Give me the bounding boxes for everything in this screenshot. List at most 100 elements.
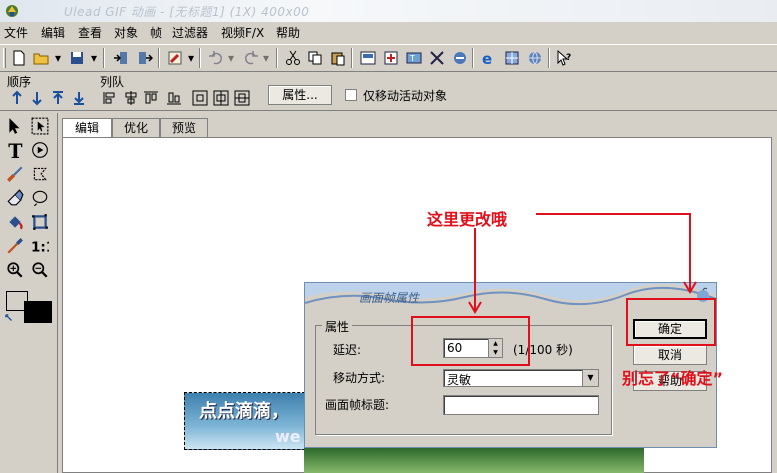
zoom-out-icon[interactable] (29, 259, 51, 281)
center-horizontal-icon[interactable] (210, 87, 232, 109)
tool-panel: T 1:1 (0, 113, 58, 473)
chevron-down-icon[interactable]: ▼ (582, 370, 598, 386)
cut-icon[interactable] (282, 47, 304, 69)
paste-icon[interactable] (327, 47, 349, 69)
align-bottom-icon[interactable] (163, 87, 185, 109)
foreground-color-swatch[interactable] (24, 301, 52, 323)
move-mode-select[interactable]: 灵敏 ▼ (443, 369, 599, 387)
add-frame-icon[interactable] (380, 47, 402, 69)
ellipse-select-icon[interactable] (29, 187, 51, 209)
menu-frame[interactable]: 帧 (150, 24, 162, 41)
optimize-wizard-icon[interactable] (449, 47, 471, 69)
only-move-active-label: 仅移动活动对象 (363, 89, 448, 103)
move-mode-value: 灵敏 (447, 373, 472, 387)
menu-bar: 文件 编辑 查看 对象 帧 过滤器 视频F/X 帮助 (0, 22, 777, 42)
delay-highlight-box (411, 316, 530, 366)
frame-panel-icon[interactable] (357, 47, 379, 69)
svg-text:T: T (409, 54, 415, 63)
frame-title-input[interactable] (443, 395, 599, 415)
menu-help[interactable]: 帮助 (276, 24, 300, 41)
undo-icon[interactable] (205, 47, 227, 69)
gif-frame-preview[interactable]: 点点滴滴， we (184, 392, 310, 450)
app-icon (4, 3, 20, 19)
play-tool-icon[interactable] (29, 139, 51, 161)
move-mode-label: 移动方式: (333, 371, 386, 385)
center-canvas-icon[interactable] (189, 87, 211, 109)
toolbar-separator (199, 48, 201, 68)
align-left-icon[interactable] (99, 87, 121, 109)
menu-view[interactable]: 查看 (78, 24, 102, 41)
bring-forward-icon[interactable] (6, 87, 28, 109)
delay-label: 延迟: (333, 343, 362, 357)
toolbar-separator (103, 48, 105, 68)
ok-highlight-box (626, 298, 716, 346)
toolbar-separator (276, 48, 278, 68)
context-help-icon[interactable]: ? (553, 47, 575, 69)
menu-filter[interactable]: 过滤器 (172, 24, 208, 41)
web-export-icon[interactable] (524, 47, 546, 69)
dialog-title: 画面帧属性 (359, 291, 420, 305)
crop-tool-icon[interactable] (29, 211, 51, 233)
align-center-horizontal-icon[interactable] (120, 87, 142, 109)
only-move-active-checkbox[interactable] (345, 89, 357, 101)
gif-caption-2: we (275, 427, 301, 446)
image-strip (304, 448, 644, 473)
frame-title-label: 画面帧标题: (325, 398, 390, 412)
main-toolbar: ▾ ▾ ▾ ▾ ▾ T e ? (0, 44, 777, 72)
banner-text-icon[interactable]: T (403, 47, 425, 69)
import-icon[interactable] (110, 47, 132, 69)
menu-object[interactable]: 对象 (114, 24, 138, 41)
send-backward-icon[interactable] (26, 87, 48, 109)
send-to-back-icon[interactable] (68, 87, 90, 109)
paintbrush-tool-icon[interactable] (4, 163, 26, 185)
svg-text:?: ? (566, 53, 571, 63)
marquee-tool-icon[interactable] (29, 115, 51, 137)
toolbar-grip (3, 48, 6, 68)
toolbar-separator (472, 48, 474, 68)
gif-caption: 点点滴滴， (199, 401, 289, 422)
paint-dropdown-icon[interactable]: ▾ (187, 47, 195, 69)
redo-icon[interactable] (240, 47, 262, 69)
tab-optimize[interactable]: 优化 (112, 118, 160, 138)
redo-dropdown-icon[interactable]: ▾ (262, 47, 270, 69)
swap-colors-icon[interactable] (2, 311, 16, 325)
properties-button[interactable]: 属性... (268, 85, 332, 105)
save-dropdown-icon[interactable]: ▾ (90, 47, 98, 69)
paint-brush-icon[interactable] (164, 47, 186, 69)
svg-text:1:1: 1:1 (31, 240, 49, 255)
menu-video-fx[interactable]: 视频F/X (221, 24, 264, 41)
text-tool-icon[interactable]: T (4, 139, 26, 161)
svg-text:T: T (8, 141, 23, 159)
pick-tool-icon[interactable] (4, 115, 26, 137)
title-bar: Ulead GIF 动画 - [无标题1] (1X) 400x00 (0, 0, 777, 22)
slice-icon[interactable] (501, 47, 523, 69)
tweak-icon[interactable] (426, 47, 448, 69)
open-dropdown-icon[interactable]: ▾ (54, 47, 62, 69)
toolbar-separator (548, 48, 550, 68)
menu-file[interactable]: 文件 (4, 24, 28, 41)
fill-bucket-icon[interactable] (4, 211, 26, 233)
toolbar-separator (351, 48, 353, 68)
copy-icon[interactable] (304, 47, 326, 69)
eyedropper-tool-icon[interactable] (4, 235, 26, 257)
actual-size-icon[interactable]: 1:1 (29, 235, 51, 257)
cancel-button[interactable]: 取消 (633, 345, 707, 365)
eraser-tool-icon[interactable] (4, 187, 26, 209)
browser-preview-icon[interactable]: e (478, 47, 500, 69)
tab-edit[interactable]: 编辑 (62, 118, 112, 139)
align-top-icon[interactable] (140, 87, 162, 109)
center-vertical-icon[interactable] (231, 87, 253, 109)
properties-group-label: 属性 (322, 318, 353, 335)
lasso-tool-icon[interactable] (29, 163, 51, 185)
save-icon[interactable] (66, 47, 88, 69)
zoom-in-icon[interactable] (4, 259, 26, 281)
bring-to-front-icon[interactable] (47, 87, 69, 109)
toolbar-separator (158, 48, 160, 68)
new-file-icon[interactable] (8, 47, 30, 69)
object-toolbar: 顺序 列队 属性... 仅移动活动对象 (0, 73, 777, 111)
open-folder-icon[interactable] (30, 47, 52, 69)
undo-dropdown-icon[interactable]: ▾ (227, 47, 235, 69)
export-icon[interactable] (134, 47, 156, 69)
tab-preview[interactable]: 预览 (160, 118, 208, 138)
menu-edit[interactable]: 编辑 (41, 24, 65, 41)
